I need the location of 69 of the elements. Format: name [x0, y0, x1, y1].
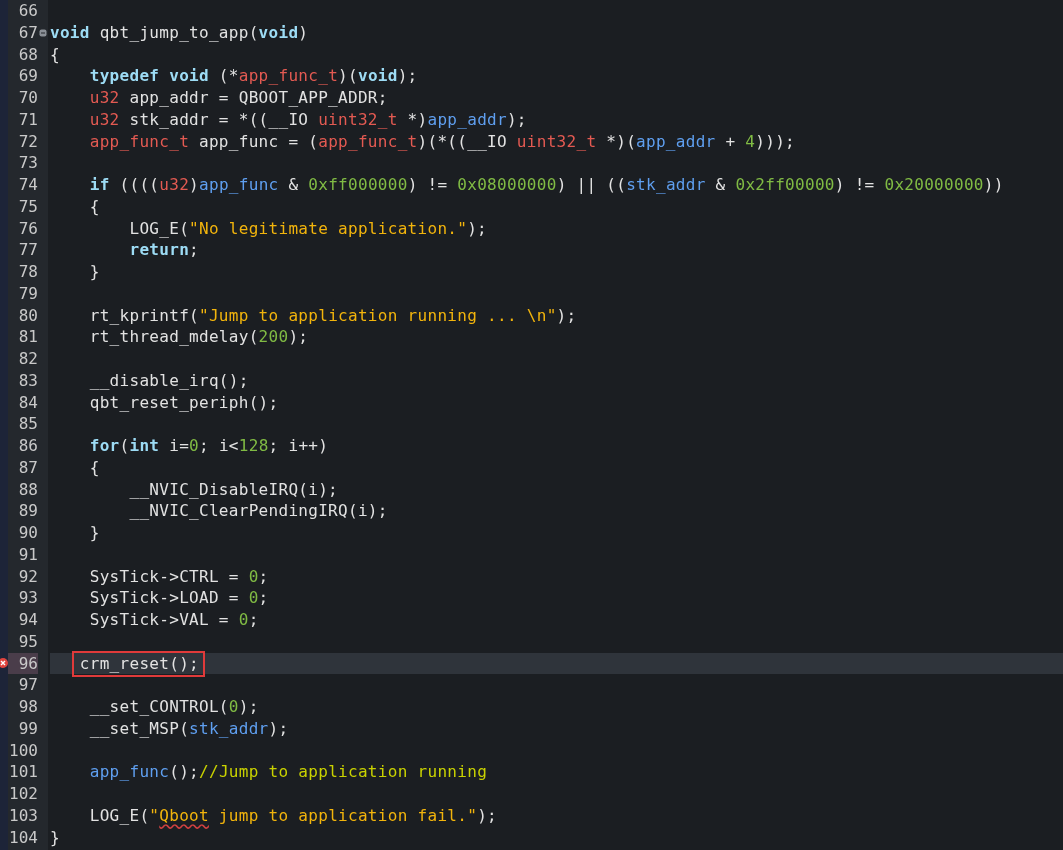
code-line: __NVIC_DisableIRQ(i);: [128, 479, 339, 499]
code-line: app_func();//Jump to application running: [88, 762, 488, 782]
line-number: 67: [17, 21, 38, 44]
code-line: }: [50, 827, 60, 847]
code-line: SysTick->CTRL = 0;: [88, 566, 269, 586]
line-number: 68: [17, 43, 38, 66]
line-number: 77: [17, 239, 38, 261]
line-number: 83: [17, 369, 38, 392]
line-number: 86: [17, 435, 38, 457]
code-line: u32 stk_addr = *((__IO uint32_t *)app_addr);: [88, 109, 527, 129]
line-number: 93: [17, 587, 38, 609]
code-line: SysTick->VAL = 0;: [88, 610, 259, 629]
annotation-box: crm_reset();: [71, 650, 205, 677]
line-number: 72: [17, 130, 38, 153]
line-number: 94: [17, 609, 38, 631]
code-line: LOG_E("Qboot jump to application fail.");: [88, 805, 497, 825]
code-line: {: [50, 44, 60, 64]
line-number: 88: [17, 478, 38, 501]
code-line: {: [88, 196, 100, 216]
code-line: SysTick->LOAD = 0;: [88, 588, 269, 608]
code-line: __set_CONTROL(0);: [88, 697, 259, 716]
line-number: 66: [17, 0, 38, 22]
code-line: qbt_reset_periph();: [88, 392, 279, 412]
line-number: 82: [17, 348, 38, 370]
line-number: 74: [17, 174, 38, 196]
line-number: 101: [8, 761, 38, 783]
code-line: app_func_t app_func = (app_func_t)(*((__IO uint32_t *)(app_addr + 4)));: [88, 131, 795, 151]
line-number: 85: [17, 413, 38, 435]
line-number: 104: [8, 826, 38, 849]
line-number: 70: [17, 87, 38, 109]
code-line: if ((((u32)app_func & 0xff000000) != 0x08000000) || ((stk_addr & 0x2ff00000) != 0x20000000)): [88, 175, 1004, 194]
code-line: __NVIC_ClearPendingIRQ(i);: [128, 501, 388, 521]
line-number: 76: [17, 217, 38, 240]
line-number: 100: [8, 739, 38, 762]
line-number: 95: [17, 630, 38, 653]
line-number: 99: [17, 717, 38, 740]
line-number: 71: [17, 108, 38, 131]
line-number: 91: [17, 543, 38, 566]
code-line: __set_MSP(stk_addr);: [88, 718, 289, 738]
code-line: u32 app_addr = QBOOT_APP_ADDR;: [88, 88, 388, 107]
code-line: {: [88, 457, 100, 477]
line-number: 92: [17, 565, 38, 588]
line-number: 97: [17, 674, 38, 696]
line-number: 84: [17, 391, 38, 414]
line-number: 79: [17, 282, 38, 305]
line-number: 98: [17, 696, 38, 718]
line-number: 73: [17, 152, 38, 174]
line-number: 69: [17, 65, 38, 87]
code-line: }: [88, 523, 100, 542]
line-number: 80: [17, 304, 38, 327]
code-line: LOG_E("No legitimate application.");: [128, 218, 488, 238]
code-line: __disable_irq();: [88, 370, 249, 390]
line-number: 90: [17, 522, 38, 544]
code-line: }: [88, 262, 100, 281]
code-line: rt_thread_mdelay(200);: [88, 327, 309, 347]
line-number: 81: [17, 326, 38, 348]
code-line: for(int i=0; i<128; i++): [88, 436, 329, 455]
line-number: 87: [17, 456, 38, 479]
code-line: typedef void (*app_func_t)(void);: [88, 66, 418, 86]
line-number: 102: [8, 783, 38, 805]
line-number: 103: [8, 804, 38, 827]
line-number: 75: [17, 195, 38, 218]
line-number: 96: [8, 652, 38, 675]
code-line: return;: [128, 240, 199, 260]
line-number: 78: [17, 261, 38, 283]
code-line: void qbt_jump_to_app(void): [50, 22, 309, 42]
code-line: rt_kprintf("Jump to application running ... \n");: [88, 305, 577, 325]
collapse-icon[interactable]: [39, 28, 47, 37]
line-number: 89: [17, 500, 38, 522]
